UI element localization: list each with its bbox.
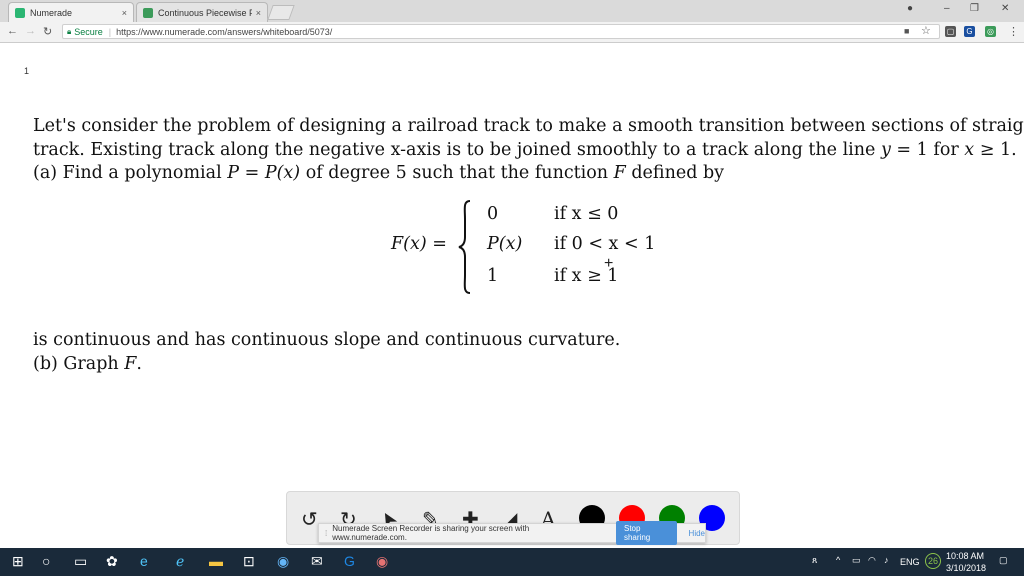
maximize-button[interactable]: ❐ bbox=[970, 3, 979, 14]
math-var: F bbox=[124, 354, 137, 374]
language-indicator[interactable]: ENG bbox=[900, 557, 920, 567]
case-condition-1: if x ≤ 0 bbox=[554, 204, 619, 224]
math-expr: P(x) bbox=[264, 163, 301, 183]
action-center-icon[interactable]: ▢ bbox=[999, 555, 1008, 566]
tab-numerade[interactable]: Numerade × bbox=[8, 2, 134, 22]
piecewise-brace bbox=[458, 200, 471, 294]
google-extension-icon[interactable]: G bbox=[964, 26, 975, 37]
clock-time[interactable]: 10:08 AM bbox=[946, 551, 984, 561]
tab-continuous-piecewise[interactable]: Continuous Piecewise F × bbox=[136, 2, 268, 22]
problem-line-4: is continuous and has continuous slope a… bbox=[33, 330, 620, 350]
case-value-1: 0 bbox=[487, 204, 499, 224]
address-bar[interactable]: 🔒︎ Secure | https://www.numerade.com/ans… bbox=[62, 24, 940, 39]
reload-icon[interactable]: ↻ bbox=[43, 25, 52, 38]
math-var: x bbox=[964, 140, 975, 160]
numerade-favicon-icon bbox=[15, 7, 25, 18]
problem-text: . bbox=[136, 354, 142, 374]
app-icon[interactable]: ◉ bbox=[277, 553, 289, 570]
chrome-icon[interactable]: ◉ bbox=[376, 553, 388, 570]
new-tab-button[interactable] bbox=[267, 5, 295, 20]
case-value-2: P(x) bbox=[487, 234, 523, 254]
page-number: 1 bbox=[24, 66, 30, 76]
piecewise-lhs: F(x) = bbox=[391, 234, 447, 254]
problem-text: is continuous and has continuous slope a… bbox=[33, 330, 621, 350]
close-tab-icon[interactable]: × bbox=[122, 8, 127, 18]
ie-browser-icon[interactable]: ℯ bbox=[176, 553, 184, 570]
store-icon[interactable]: ⊡ bbox=[243, 553, 255, 570]
task-view-icon[interactable]: ▭ bbox=[74, 553, 87, 570]
back-icon[interactable]: ← bbox=[7, 25, 18, 37]
problem-line-2: track. Existing track along the negative… bbox=[33, 140, 1017, 160]
case-value-3: 1 bbox=[487, 266, 499, 286]
people-icon[interactable]: ጸ bbox=[812, 555, 817, 566]
grip-icon: ⁞ bbox=[325, 528, 328, 538]
hide-button[interactable]: Hide bbox=[689, 529, 705, 538]
file-explorer-icon[interactable]: ▬ bbox=[209, 553, 223, 569]
extension-icon[interactable]: ▢ bbox=[945, 26, 956, 37]
problem-text: track. Existing track along the negative… bbox=[33, 140, 881, 160]
minimize-button[interactable]: – bbox=[944, 3, 950, 14]
screen-share-notification: ⁞ Numerade Screen Recorder is sharing yo… bbox=[318, 521, 706, 545]
math-var: F bbox=[613, 163, 626, 183]
problem-text: defined by bbox=[625, 163, 725, 183]
battery-icon[interactable]: ▭ bbox=[852, 555, 861, 566]
problem-text: (b) Graph bbox=[33, 354, 125, 374]
tab-title: Continuous Piecewise F bbox=[158, 7, 252, 18]
problem-line-3: (a) Find a polynomial P = P(x) of degree… bbox=[33, 163, 724, 183]
forward-icon[interactable]: → bbox=[25, 25, 36, 37]
bookmark-star-icon[interactable]: ☆ bbox=[921, 24, 931, 37]
math-var: y bbox=[880, 140, 891, 160]
undo-icon[interactable]: ↺ bbox=[301, 507, 318, 532]
notification-badge[interactable]: 26 bbox=[925, 553, 941, 569]
profile-icon[interactable]: ● bbox=[907, 3, 913, 14]
browser-tab-bar: Numerade × Continuous Piecewise F × ● – … bbox=[0, 0, 1024, 22]
lock-icon: 🔒︎ bbox=[67, 26, 72, 36]
problem-text: = bbox=[239, 163, 265, 183]
clock-date[interactable]: 3/10/2018 bbox=[946, 563, 986, 573]
problem-text: (a) Find a polynomial bbox=[33, 163, 228, 183]
mail-icon[interactable]: ✉ bbox=[311, 553, 323, 570]
numerade-extension-icon[interactable]: ◎ bbox=[985, 26, 996, 37]
url-text: https://www.numerade.com/answers/whitebo… bbox=[116, 26, 333, 37]
close-window-button[interactable]: ✕ bbox=[1001, 3, 1009, 14]
show-hidden-icons-icon[interactable]: ^ bbox=[836, 555, 840, 565]
problem-line-5: (b) Graph F. bbox=[33, 354, 142, 374]
stop-sharing-button[interactable]: Stop sharing bbox=[615, 521, 677, 545]
crosshair-cursor-icon: + bbox=[604, 255, 614, 272]
wifi-icon[interactable]: ◠ bbox=[868, 555, 876, 566]
case-condition-2: if 0 < x < 1 bbox=[554, 234, 656, 254]
problem-text: = 1 for bbox=[890, 140, 965, 160]
problem-line-1: Let's consider the problem of designing … bbox=[33, 116, 1024, 136]
share-message: Numerade Screen Recorder is sharing your… bbox=[332, 524, 530, 542]
cortana-icon[interactable]: ○ bbox=[42, 553, 50, 569]
tab-favicon-icon bbox=[143, 7, 153, 18]
problem-text: ≥ 1. bbox=[974, 140, 1017, 160]
app-g-icon[interactable]: G bbox=[344, 553, 355, 569]
math-var: P bbox=[227, 163, 240, 183]
app-icon[interactable]: ✿ bbox=[106, 553, 118, 570]
secure-label: Secure bbox=[74, 26, 103, 37]
divider: | bbox=[108, 26, 112, 37]
browser-toolbar: ← → ↻ 🔒︎ Secure | https://www.numerade.c… bbox=[0, 22, 1024, 43]
problem-text: of degree 5 such that the function bbox=[300, 163, 614, 183]
volume-icon[interactable]: ♪ bbox=[884, 555, 889, 565]
problem-text: Let's consider the problem of designing … bbox=[33, 116, 1024, 136]
windows-start-icon[interactable]: ⊞ bbox=[12, 553, 24, 570]
windows-taskbar: ⊞ ○ ▭ ✿ e ℯ ▬ ⊡ ◉ ✉ G ◉ ጸ ^ ▭ ◠ ♪ ENG 26… bbox=[0, 548, 1024, 576]
close-tab-icon[interactable]: × bbox=[256, 8, 261, 18]
tab-title: Numerade bbox=[30, 7, 73, 18]
camera-icon[interactable]: ■ bbox=[904, 26, 909, 36]
edge-browser-icon[interactable]: e bbox=[140, 553, 148, 569]
menu-icon[interactable]: ⋮ bbox=[1008, 25, 1019, 38]
